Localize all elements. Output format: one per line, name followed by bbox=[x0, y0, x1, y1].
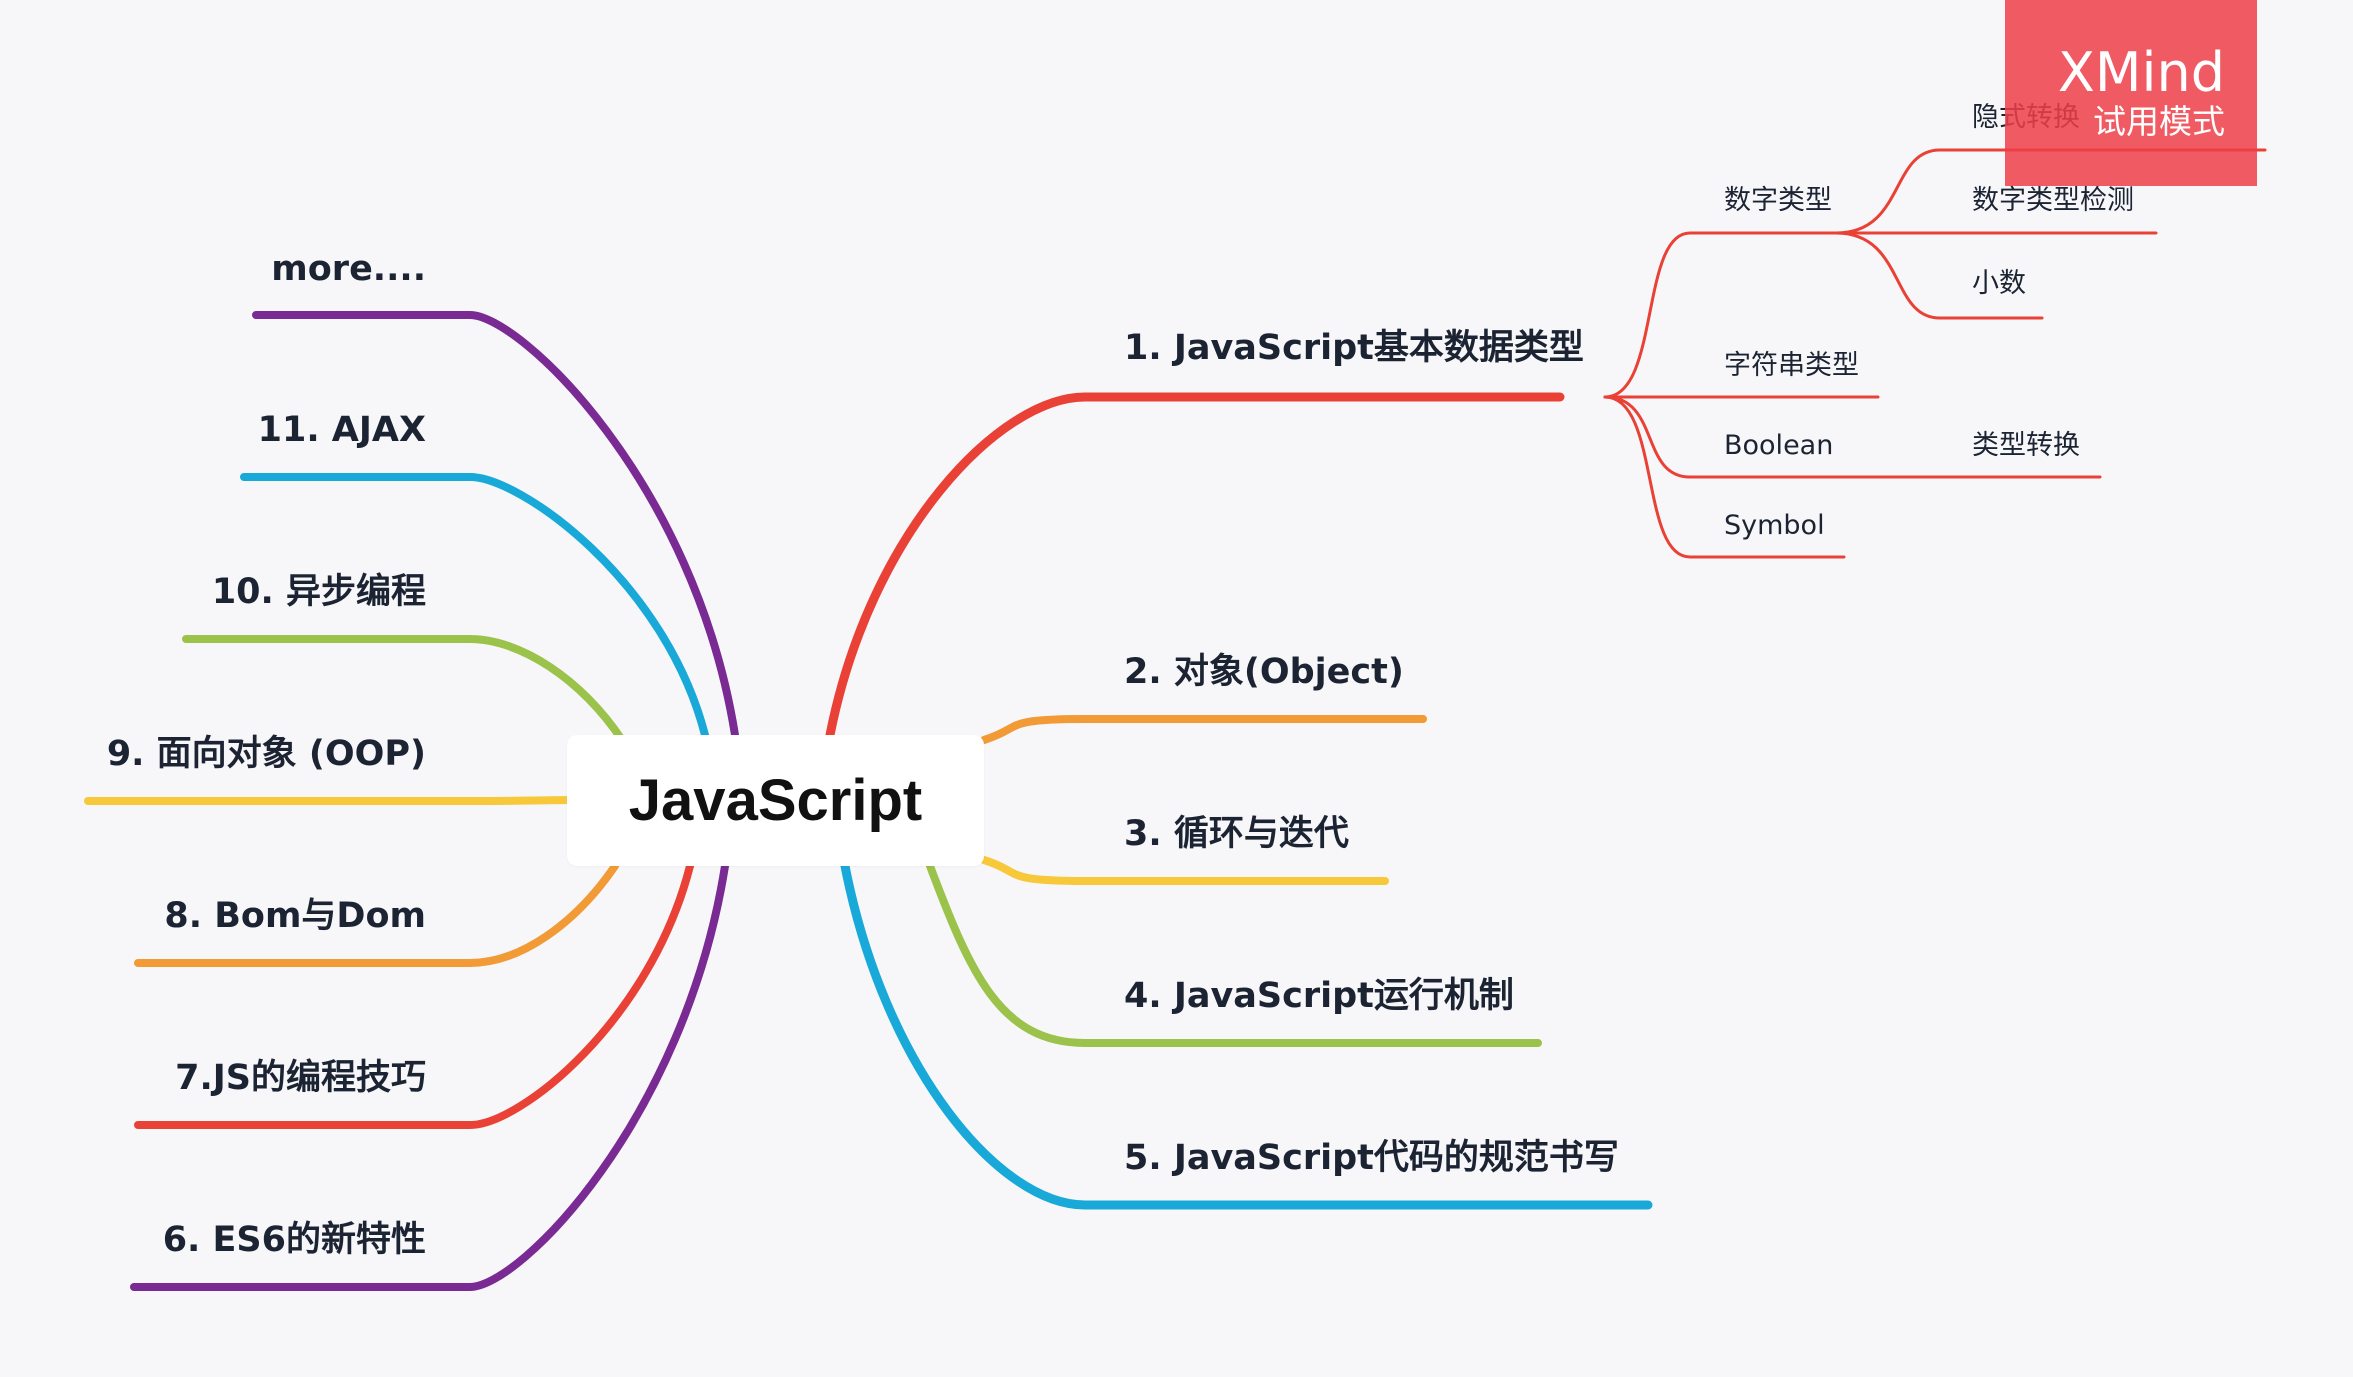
connector-left-3 bbox=[182, 635, 626, 744]
subtopic-type-conversion[interactable]: 类型转换 bbox=[1972, 432, 2080, 459]
branch-loops-iteration[interactable]: 3. 循环与迭代 bbox=[1124, 817, 1349, 852]
subtopic-decimal[interactable]: 小数 bbox=[1972, 270, 2026, 297]
branch-more[interactable]: more.... bbox=[271, 252, 426, 287]
subtopic-string-type[interactable]: 字符串类型 bbox=[1724, 352, 1859, 379]
connector-right-4 bbox=[926, 862, 1542, 1047]
subtopic-boolean[interactable]: Boolean bbox=[1724, 432, 1833, 459]
subtopic-symbol[interactable]: Symbol bbox=[1724, 512, 1825, 539]
connector-right-2 bbox=[980, 715, 1427, 744]
branch-async-programming[interactable]: 10. 异步编程 bbox=[212, 575, 426, 610]
connector-left-4 bbox=[84, 796, 571, 805]
connector-right-3 bbox=[980, 856, 1389, 885]
branch-js-tips[interactable]: 7.JS的编程技巧 bbox=[175, 1061, 426, 1096]
central-topic[interactable]: JavaScript bbox=[567, 735, 984, 866]
branch-runtime-mechanism[interactable]: 4. JavaScript运行机制 bbox=[1124, 979, 1514, 1014]
branch-code-style[interactable]: 5. JavaScript代码的规范书写 bbox=[1124, 1141, 1619, 1176]
branch-basic-data-types[interactable]: 1. JavaScript基本数据类型 bbox=[1124, 331, 1584, 366]
branch-object[interactable]: 2. 对象(Object) bbox=[1124, 655, 1404, 690]
watermark-title: XMind bbox=[2057, 40, 2225, 104]
branch-ajax[interactable]: 11. AJAX bbox=[258, 413, 426, 448]
subtopic-number-type-check[interactable]: 数字类型检测 bbox=[1972, 187, 2134, 214]
watermark-subtitle: 试用模式 bbox=[2093, 101, 2225, 141]
subtopic-number-type[interactable]: 数字类型 bbox=[1724, 187, 1832, 214]
branch-bom-dom[interactable]: 8. Bom与Dom bbox=[164, 899, 426, 934]
connector-left-1 bbox=[252, 311, 739, 739]
branch-es6-features[interactable]: 6. ES6的新特性 bbox=[163, 1223, 426, 1258]
branch-oop[interactable]: 9. 面向对象 (OOP) bbox=[107, 737, 426, 772]
trial-watermark: XMind 试用模式 bbox=[2005, 0, 2257, 186]
